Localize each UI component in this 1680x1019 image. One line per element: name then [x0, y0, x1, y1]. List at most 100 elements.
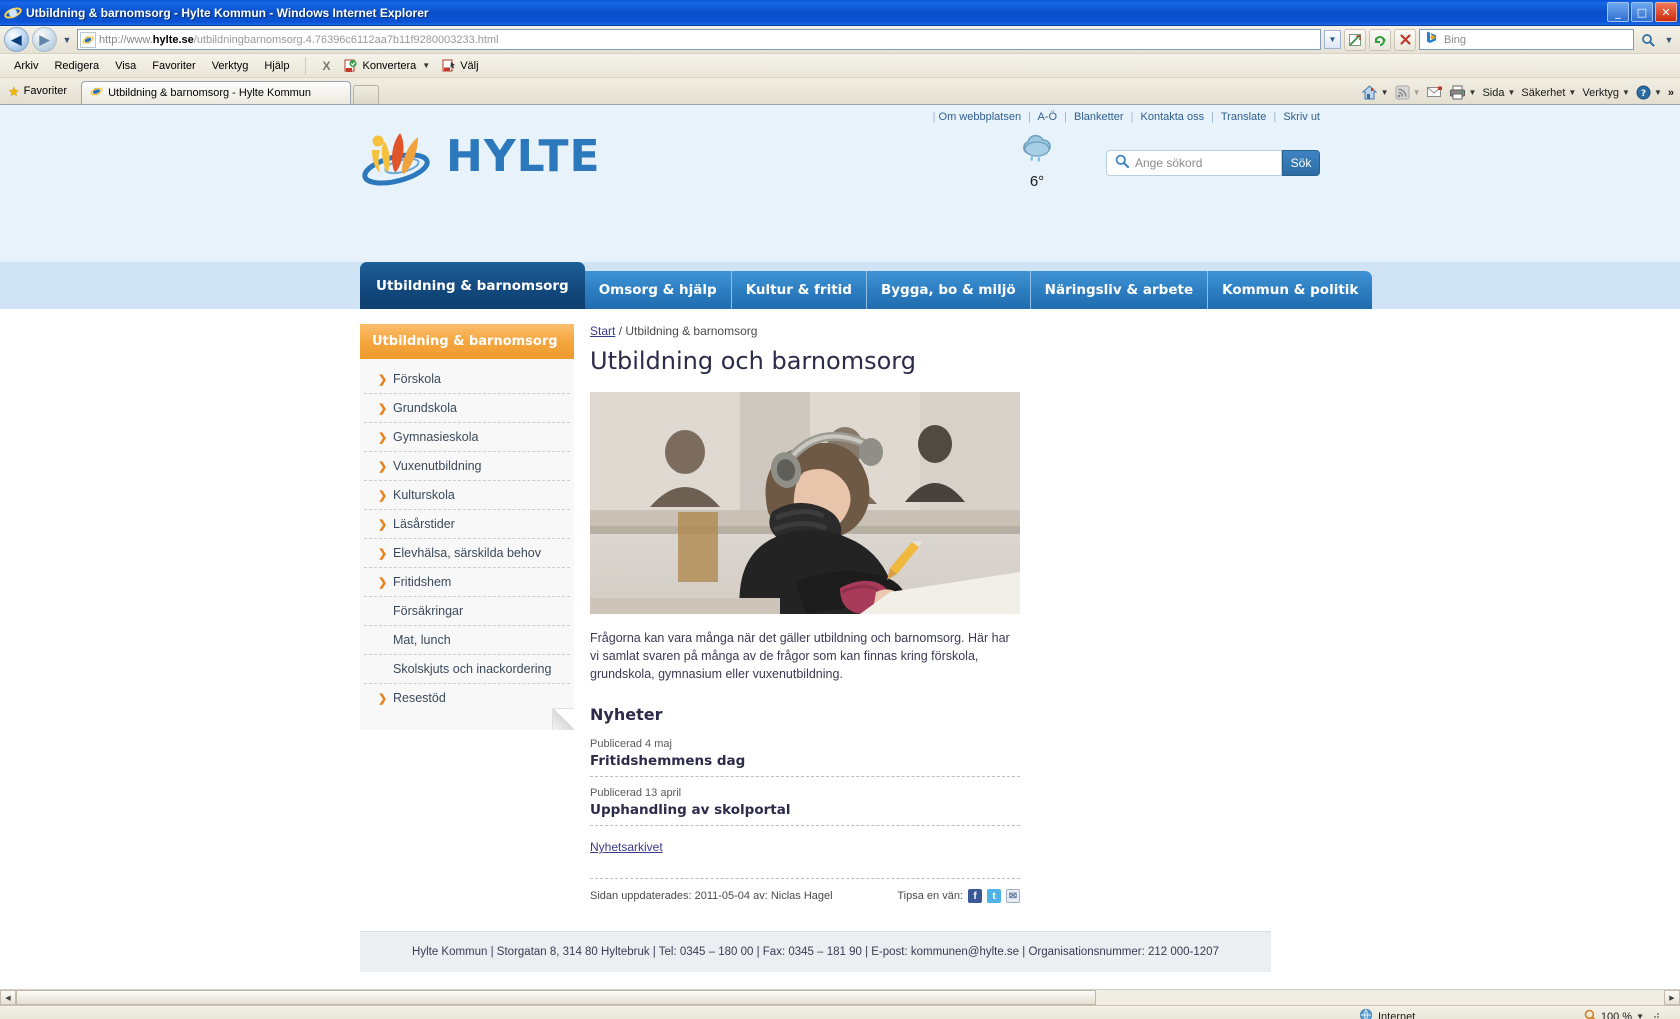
stop-button[interactable] — [1394, 28, 1416, 51]
menu-item-visa[interactable]: Visa — [107, 58, 144, 74]
news-archive-link[interactable]: Nyhetsarkivet — [590, 840, 663, 854]
help-dropdown-icon[interactable]: ▼ — [1654, 88, 1662, 97]
sidebar-item-skolskjuts[interactable]: Skolskjuts och inackordering — [364, 655, 570, 684]
resize-grip-icon[interactable] — [1648, 1011, 1660, 1019]
sakerhet-dropdown-icon[interactable]: ▼ — [1568, 88, 1576, 97]
sidebar-item-grundskola[interactable]: ❯ Grundskola — [364, 394, 570, 423]
site-header-inner: | Om webbplatsen | A-Ö | Blanketter | Ko… — [360, 105, 1320, 190]
url-bar[interactable]: http://www.hylte.se/utbildningbarnomsorg… — [77, 29, 1321, 50]
twitter-icon[interactable]: t — [987, 889, 1001, 903]
compatibility-view-icon[interactable] — [1344, 28, 1366, 51]
minimize-button[interactable]: _ — [1607, 2, 1629, 22]
url-protocol: http://www. — [99, 33, 153, 46]
news-title[interactable]: Upphandling av skolportal — [590, 802, 1020, 818]
browser-search-box[interactable]: Bing — [1419, 29, 1634, 50]
help-button[interactable]: ? ▼ — [1636, 85, 1662, 100]
security-zone[interactable]: Internet — [1359, 1008, 1420, 1019]
nav-tab-naringsliv-arbete[interactable]: Näringsliv & arbete — [1030, 271, 1209, 309]
close-button[interactable]: ✕ — [1655, 2, 1677, 22]
browser-tab[interactable]: Utbildning & barnomsorg - Hylte Kommun — [81, 81, 352, 104]
util-link-translate[interactable]: Translate — [1221, 111, 1266, 123]
util-link-kontakta-oss[interactable]: Kontakta oss — [1141, 111, 1205, 123]
back-button[interactable]: ◀ — [4, 27, 29, 52]
convert-toolbar-button[interactable]: Konvertera — [338, 58, 422, 74]
print-dropdown-icon[interactable]: ▼ — [1469, 88, 1477, 97]
util-link-skriv-ut[interactable]: Skriv ut — [1283, 111, 1320, 123]
sida-dropdown-icon[interactable]: ▼ — [1507, 88, 1515, 97]
nav-tab-utbildning-barnomsorg[interactable]: Utbildning & barnomsorg — [360, 262, 585, 309]
security-zone-label: Internet — [1378, 1010, 1416, 1019]
history-dropdown-icon[interactable]: ▼ — [60, 35, 74, 45]
email-icon[interactable]: ✉ — [1006, 889, 1020, 903]
command-sida[interactable]: Sida ▼ — [1482, 87, 1515, 99]
sidebar-item-label: Elevhälsa, särskilda behov — [393, 546, 541, 560]
zoom-control[interactable]: 100 % ▼ — [1584, 1009, 1676, 1019]
zoom-dropdown-icon[interactable]: ▼ — [1636, 1012, 1644, 1019]
address-bar: ◀ ▶ ▼ http://www.hylte.se/utbildningbarn… — [0, 26, 1680, 54]
command-overflow-icon[interactable]: » — [1668, 87, 1674, 99]
verktyg-dropdown-icon[interactable]: ▼ — [1622, 88, 1630, 97]
horizontal-scrollbar[interactable]: ◀ ▶ — [0, 989, 1680, 1005]
news-item[interactable]: Publicerad 13 april Upphandling av skolp… — [590, 787, 1020, 826]
sidebar-item-forskola[interactable]: ❯ Förskola — [364, 365, 570, 394]
util-link-a-o[interactable]: A-Ö — [1037, 111, 1057, 123]
page-updated-text: Sidan uppdaterades: 2011-05-04 av: Nicla… — [590, 890, 833, 902]
site-search-button[interactable]: Sök — [1282, 150, 1320, 176]
news-item[interactable]: Publicerad 4 maj Fritidshemmens dag — [590, 738, 1020, 777]
forward-button[interactable]: ▶ — [32, 27, 57, 52]
new-tab-button[interactable] — [353, 85, 380, 104]
sidebar-item-elevhalsa[interactable]: ❯ Elevhälsa, särskilda behov — [364, 539, 570, 568]
feeds-button[interactable]: ▼ — [1395, 85, 1421, 100]
favorites-button[interactable]: ★ Favoriter — [4, 80, 75, 102]
menu-item-favoriter[interactable]: Favoriter — [144, 58, 203, 74]
sidebar-item-vuxenutbildning[interactable]: ❯ Vuxenutbildning — [364, 452, 570, 481]
sidebar-item-gymnasieskola[interactable]: ❯ Gymnasieskola — [364, 423, 570, 452]
scroll-right-arrow-icon[interactable]: ▶ — [1664, 990, 1680, 1005]
home-dropdown-icon[interactable]: ▼ — [1381, 88, 1389, 97]
site-search-input[interactable]: Ange sökord — [1106, 150, 1282, 176]
sidebar-item-resestod[interactable]: ❯ Resestöd — [364, 684, 570, 712]
nav-tab-omsorg-hjalp[interactable]: Omsorg & hjälp — [584, 271, 732, 309]
nav-tab-bygga-bo-miljo[interactable]: Bygga, bo & miljö — [866, 271, 1031, 309]
mail-button[interactable] — [1426, 86, 1443, 99]
convert-dropdown-icon[interactable]: ▼ — [422, 61, 430, 70]
scroll-left-arrow-icon[interactable]: ◀ — [0, 990, 16, 1005]
menu-item-redigera[interactable]: Redigera — [46, 58, 107, 74]
util-link-om-webbplatsen[interactable]: Om webbplatsen — [939, 111, 1022, 123]
nav-tab-kultur-fritid[interactable]: Kultur & fritid — [731, 271, 867, 309]
util-sep-4: | — [1211, 111, 1215, 123]
scroll-track[interactable] — [16, 990, 1664, 1005]
menu-item-hjalp[interactable]: Hjälp — [256, 58, 297, 74]
news-title[interactable]: Fritidshemmens dag — [590, 753, 1020, 769]
site-search-placeholder: Ange sökord — [1135, 156, 1203, 170]
command-verktyg[interactable]: Verktyg ▼ — [1582, 87, 1630, 99]
refresh-button[interactable] — [1369, 28, 1391, 51]
search-provider-dropdown-icon[interactable]: ▼ — [1662, 35, 1676, 45]
select-toolbar-button[interactable]: Välj — [436, 58, 484, 74]
sidebar-item-fritidshem[interactable]: ❯ Fritidshem — [364, 568, 570, 597]
maximize-button[interactable]: □ — [1631, 2, 1653, 22]
toolbar-close-icon[interactable]: X — [314, 59, 338, 73]
nav-tab-kommun-politik[interactable]: Kommun & politik — [1208, 271, 1373, 309]
breadcrumb-home-link[interactable]: Start — [590, 324, 615, 338]
sidebar-item-mat-lunch[interactable]: Mat, lunch — [364, 626, 570, 655]
util-link-blanketter[interactable]: Blanketter — [1074, 111, 1124, 123]
print-button[interactable]: ▼ — [1449, 85, 1477, 100]
window-titlebar: Utbildning & barnomsorg - Hylte Kommun -… — [0, 0, 1680, 26]
browser-search-go-icon[interactable] — [1637, 29, 1659, 51]
sidebar-item-label: Grundskola — [393, 401, 457, 415]
home-button[interactable]: ▼ — [1361, 84, 1389, 101]
menu-item-verktyg[interactable]: Verktyg — [204, 58, 257, 74]
sidebar-item-forsakringar[interactable]: Försäkringar — [364, 597, 570, 626]
util-sep-2: | — [1064, 111, 1067, 123]
sidebar-item-lasarstider[interactable]: ❯ Läsårstider — [364, 510, 570, 539]
url-dropdown-icon[interactable]: ▼ — [1324, 30, 1341, 49]
command-sakerhet[interactable]: Säkerhet ▼ — [1521, 87, 1576, 99]
content-area: Utbildning & barnomsorg ❯ Förskola ❯ Gru… — [0, 309, 1680, 972]
util-sep-0: | — [932, 111, 936, 123]
sidebar-item-kulturskola[interactable]: ❯ Kulturskola — [364, 481, 570, 510]
scroll-thumb[interactable] — [16, 990, 1096, 1005]
command-bar: ▼ ▼ ▼ Sida ▼ Säkerhet ▼ Verktyg ▼ ? ▼ » — [1361, 84, 1680, 104]
menu-item-arkiv[interactable]: Arkiv — [6, 58, 46, 74]
facebook-icon[interactable]: f — [968, 889, 982, 903]
